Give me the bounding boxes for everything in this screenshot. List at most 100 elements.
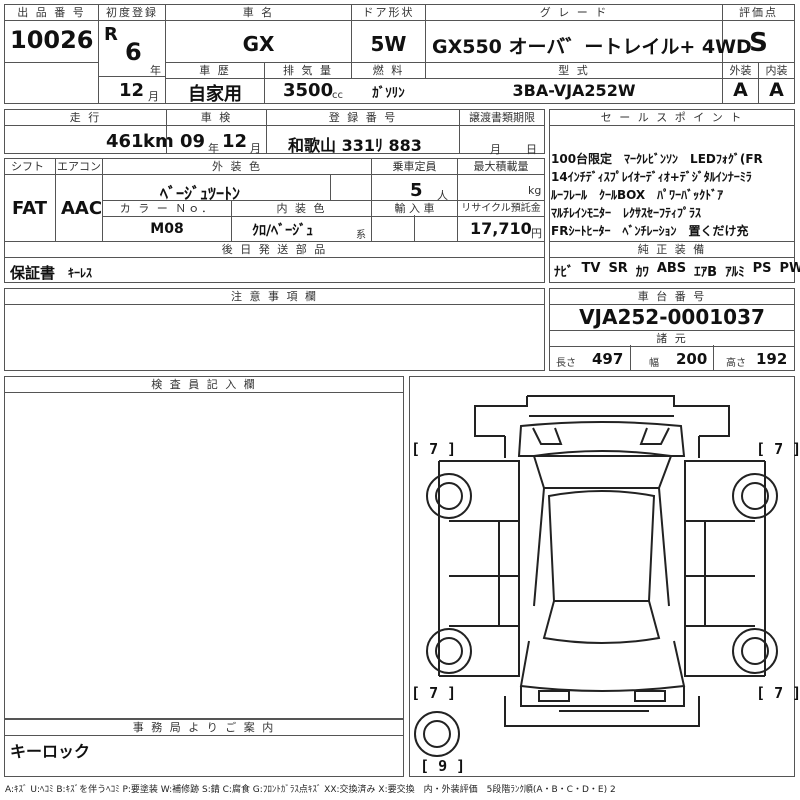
model-header: 型 式	[425, 62, 723, 79]
reg-no-header: 登 録 番 号	[266, 109, 460, 126]
mark-top-left-value: 7	[429, 440, 439, 458]
later-parts-header: 後 日 発 送 部 品	[4, 241, 545, 258]
car-diagram	[414, 395, 778, 757]
sales-point-item: FRｼｰﾄﾋｰﾀｰ ﾍﾞﾝﾁﾚｰｼｮﾝ 置くだけ充	[551, 224, 749, 238]
height-value: 192	[756, 350, 788, 368]
color-no-header: カ ラ ー Ｎｏ．	[102, 200, 232, 217]
ext-color-header: 外 装 色	[102, 158, 372, 175]
month-unit: 月	[148, 90, 159, 103]
sales-point-item: ﾏﾙﾁﾚｲﾝﾓﾆﾀｰ ﾚｸｻｽｾｰﾌﾃｨﾌﾟﾗｽ	[551, 206, 702, 220]
mileage-header: 走 行	[4, 109, 167, 126]
capacity-header: 乗車定員	[371, 158, 458, 175]
length-value: 497	[592, 350, 624, 368]
model-value: 3BA-VJA252W	[512, 81, 636, 100]
mileage-unit: km	[143, 131, 174, 152]
score-value: S	[749, 28, 768, 58]
mark-spare: [ 9 ]	[420, 757, 466, 775]
mark-spare-value: 9	[438, 757, 448, 775]
car-name-header: 車 名	[165, 4, 352, 21]
mark-bottom-left-value: 7	[429, 684, 439, 702]
door-header: ドア形状	[351, 4, 426, 21]
equipment-item: ｱﾙﾐ	[725, 265, 745, 280]
mark-top-left: [ 7 ]	[411, 440, 457, 458]
transfer-month-unit: 月	[490, 143, 501, 156]
sales-points-list: 100台限定 ﾏｰｸﾚﾋﾞﾝｿﾝ LEDﾌｫｸﾞ(FR 14ｲﾝﾁﾃﾞｨｽﾌﾟﾚｲ…	[551, 150, 795, 240]
sales-point-item: 100台限定 ﾏｰｸﾚﾋﾞﾝｿﾝ LEDﾌｫｸﾞ(FR	[551, 152, 763, 166]
later-parts-value-2: ｷｰﾚｽ	[68, 266, 93, 280]
history-value: 自家用	[188, 84, 242, 105]
specs-header: 諸 元	[549, 330, 795, 347]
score-header: 評価点	[722, 4, 795, 21]
inspection-month-unit: 月	[250, 142, 261, 155]
chassis-no-value: VJA252-0001037	[579, 305, 765, 329]
color-no-value: M08	[150, 221, 184, 237]
sales-points-header: セ ー ル ス ポ イ ン ト	[549, 109, 795, 126]
max-load-header: 最大積載量	[457, 158, 545, 175]
divider	[414, 215, 415, 241]
equipment-item: ｴｱB	[694, 265, 718, 280]
equipment-item: PW	[779, 261, 800, 276]
first-reg-month: 12	[119, 80, 145, 101]
genuine-equipment-header: 純 正 装 備	[549, 241, 795, 258]
displacement-value: 3500	[283, 80, 334, 101]
shift-header: シフト	[4, 158, 56, 175]
inspector-header: 検 査 員 記 入 欄	[4, 376, 404, 393]
displacement-header: 排 気 量	[264, 62, 352, 79]
first-reg-year: 6	[125, 38, 142, 66]
first-reg-header: 初度登録	[98, 4, 166, 21]
divider	[330, 174, 331, 200]
max-load-unit: kg	[528, 184, 542, 197]
sales-point-item: 14ｲﾝﾁﾃﾞｨｽﾌﾟﾚｲｵｰﾃﾞｨｵ+ﾃﾞｼﾞﾀﾙｲﾝﾅｰﾐﾗ	[551, 170, 752, 184]
grade-value: GX550 オーバ゛ートレイル+ 4WD	[432, 36, 752, 58]
divider	[630, 345, 631, 371]
office-header: 事 務 局 よ り ご 案 内	[4, 719, 404, 736]
width-value: 200	[676, 350, 708, 368]
era-value: R	[104, 24, 118, 45]
exterior-grade: A	[733, 79, 748, 101]
divider	[55, 158, 56, 241]
equipment-item: ｶﾜ	[635, 265, 649, 280]
interior-header: 内装	[758, 62, 795, 79]
height-label: 高さ	[726, 358, 746, 369]
grade-header: グ レ ー ド	[425, 4, 723, 21]
mark-top-right-value: 7	[774, 440, 784, 458]
length-label: 長さ	[556, 358, 576, 369]
history-header: 車 歴	[165, 62, 265, 79]
reg-no-value: 和歌山 331ﾘ 883	[288, 136, 422, 155]
equipment-item: SR	[608, 261, 628, 276]
inspection-month: 12	[222, 131, 248, 152]
equipment-item: PS	[752, 261, 772, 276]
legend-text: A:ｷｽﾞ U:ﾍｺﾐ B:ｷｽﾞを伴うﾍｺﾐ P:要塗装 W:補修跡 S:錆 …	[5, 785, 616, 795]
divider	[4, 62, 99, 63]
inspection-header: 車 検	[166, 109, 267, 126]
interior-grade: A	[769, 79, 784, 101]
inspector-section	[4, 376, 404, 719]
later-parts-value: 保証書	[10, 264, 56, 282]
recycle-header: リサイクル預託金	[457, 200, 545, 217]
recycle-value: 17,710	[470, 219, 532, 238]
sales-point-item: ﾙｰﾌﾚｰﾙ ｸｰﾙBOX ﾊﾟﾜｰﾊﾞｯｸﾄﾞｱ	[551, 188, 724, 202]
capacity-value: 5	[410, 180, 423, 201]
divider	[98, 76, 166, 77]
aircon-value: AAC	[61, 198, 103, 219]
door-value: 5W	[370, 32, 407, 56]
car-name-value: GX	[242, 32, 275, 56]
chassis-no-header: 車 台 番 号	[549, 288, 795, 305]
aircon-header: エアコン	[55, 158, 103, 175]
int-color-header: 内 装 色	[231, 200, 372, 217]
equipment-item: ﾅﾋﾞ	[554, 265, 574, 280]
office-notice-value: キーロック	[10, 742, 91, 761]
equipment-item: TV	[581, 261, 601, 276]
displacement-unit: cc	[332, 90, 343, 101]
lot-no-header: 出 品 番 号	[4, 4, 99, 21]
divider	[713, 345, 714, 371]
mileage-value: 461	[106, 131, 144, 152]
mark-bottom-right-value: 7	[774, 684, 784, 702]
fuel-value: ｶﾞｿﾘﾝ	[372, 86, 405, 101]
width-label: 幅	[649, 358, 659, 369]
int-color-value: ｸﾛ/ﾍﾞｰｼﾞｭ	[252, 223, 314, 239]
notes-header: 注 意 事 項 欄	[4, 288, 545, 305]
transfer-header: 譲渡書類期限	[459, 109, 545, 126]
mark-bottom-left: [ 7 ]	[411, 684, 457, 702]
exterior-header: 外装	[722, 62, 759, 79]
